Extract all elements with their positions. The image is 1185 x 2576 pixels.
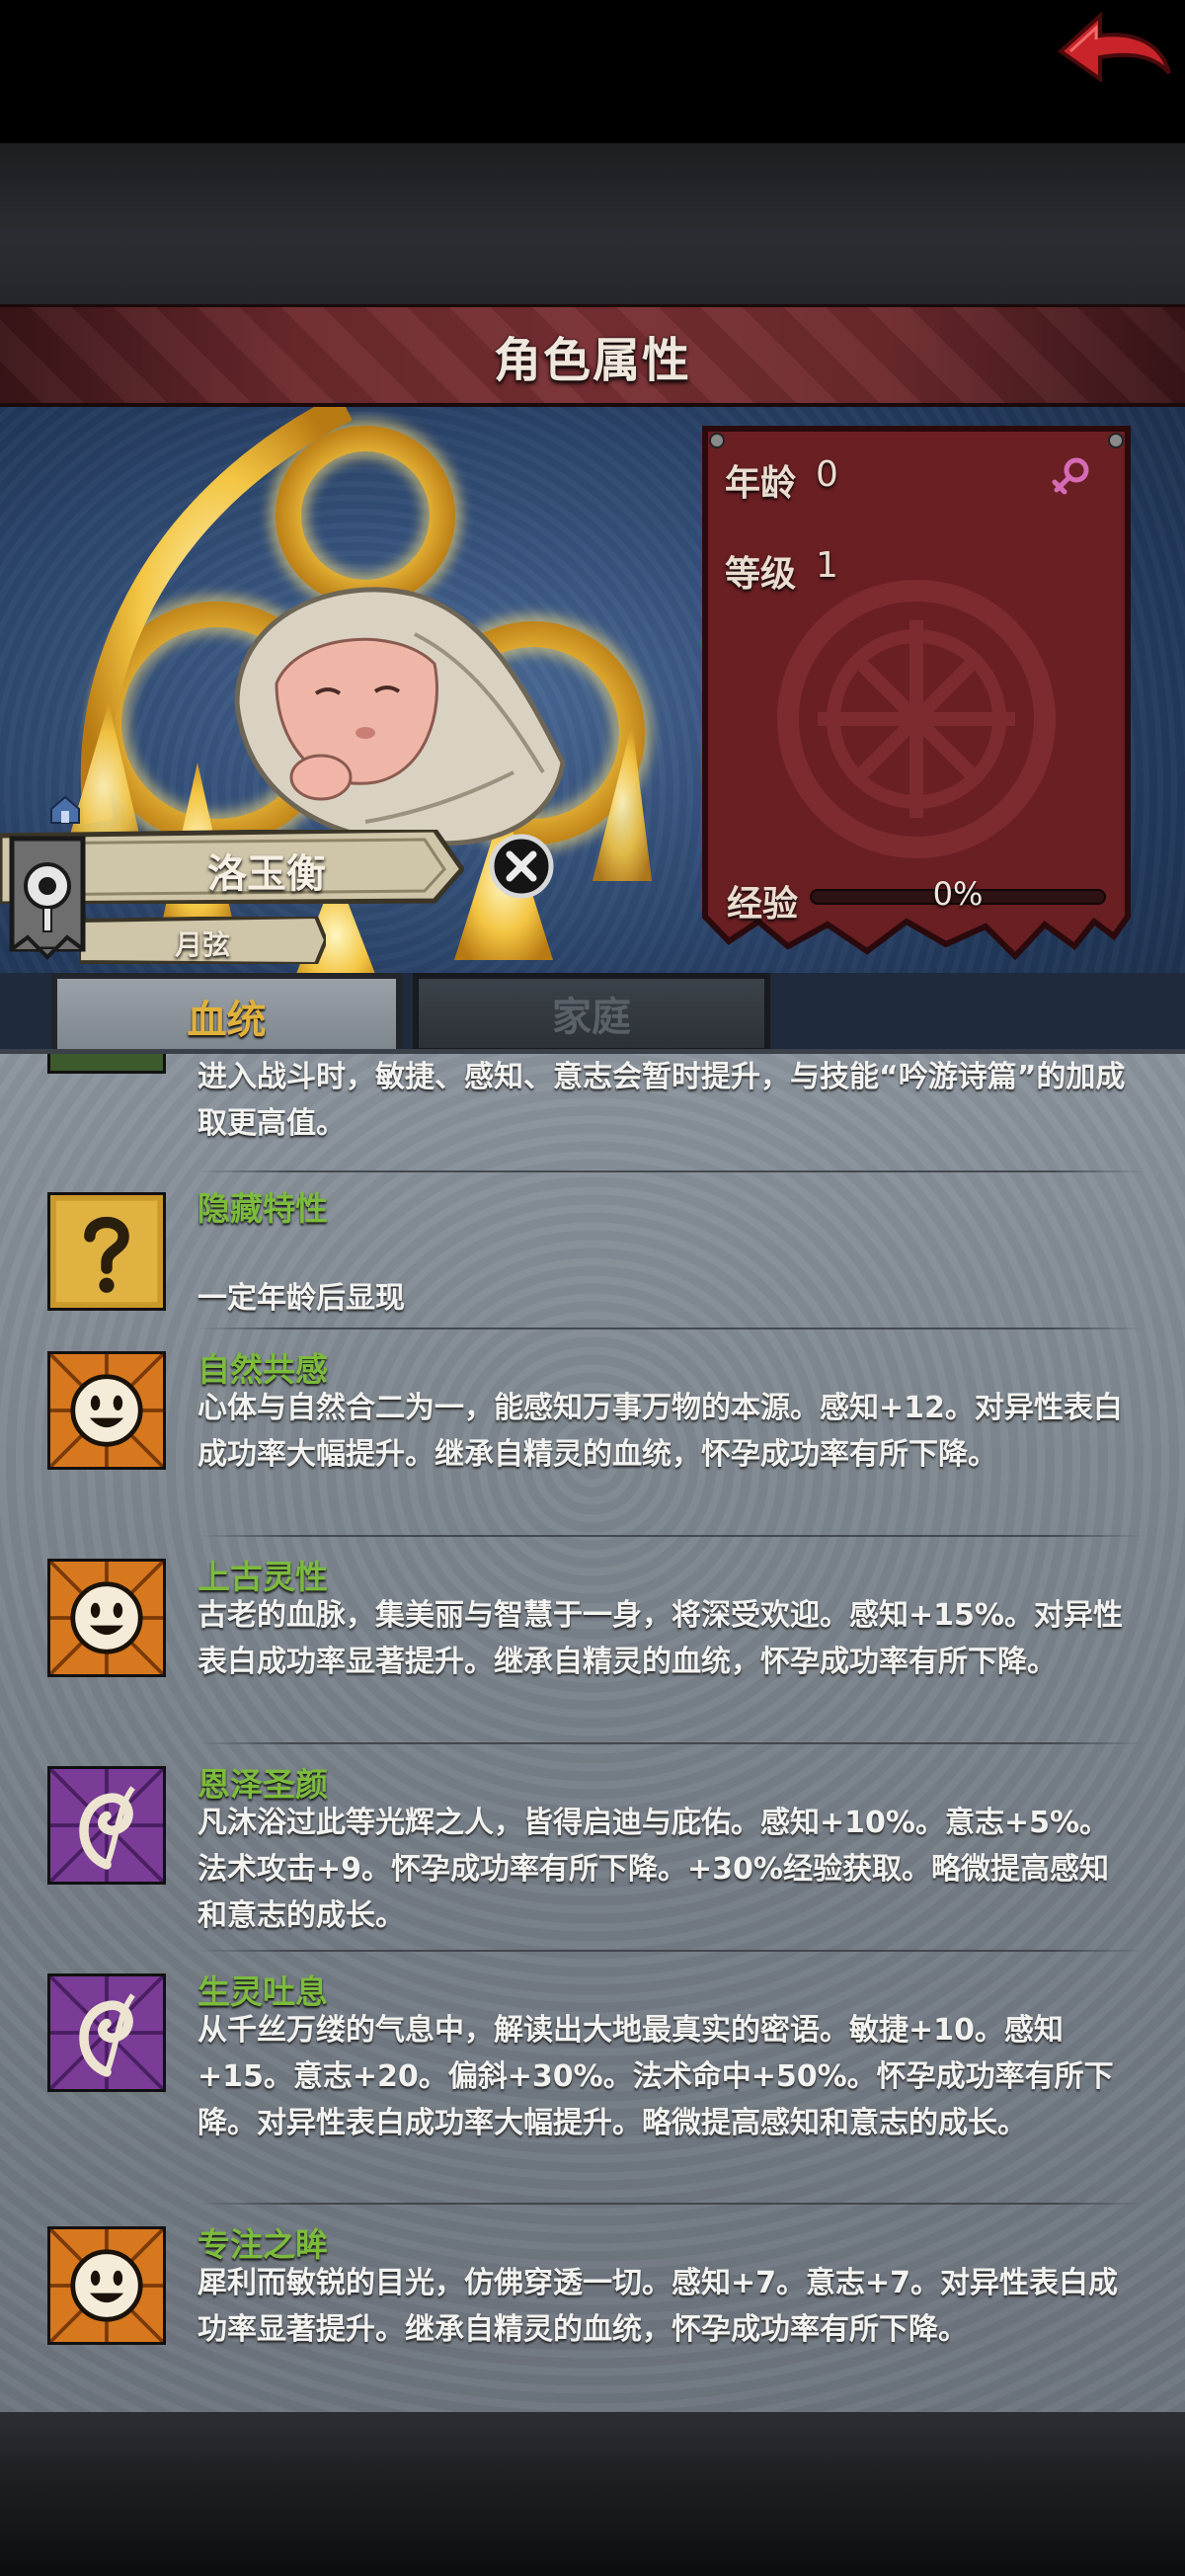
house-icon	[50, 795, 80, 824]
level-label: 等级	[725, 554, 797, 595]
smiley-face-icon	[47, 1351, 166, 1470]
back-arrow-icon[interactable]	[1057, 8, 1173, 95]
page-title: 角色属性	[493, 332, 691, 388]
clan-crest-icon[interactable]	[8, 835, 87, 961]
divider	[198, 1535, 1146, 1537]
trait-name: 恩泽圣颜	[198, 1765, 328, 1804]
spiral-swirl-icon	[47, 1973, 166, 2092]
trait-name: 隐藏特性	[198, 1189, 328, 1228]
traits-list: 进入战斗时，敏捷、感知、意志会暂时提升，与技能“吟游诗篇”的加成取更高值。 隐藏…	[0, 1054, 1185, 2412]
trait-description: 从千丝万缕的气息中，解读出大地最真实的密语。敏捷+10。感知+15。意志+20。…	[198, 2013, 1114, 2140]
smiley-face-icon	[47, 1559, 166, 1677]
divider	[198, 1328, 1146, 1329]
character-name: 洛玉衡	[207, 851, 326, 897]
divider	[198, 1742, 1146, 1744]
trait-description: 心体与自然合二为一，能感知万事万物的本源。感知+12。对异性表白成功率大幅提升。…	[198, 1391, 1123, 1472]
trait-description: 犀利而敏锐的目光，仿佛穿透一切。感知+7。意志+7。对异性表白成功率显著提升。继…	[198, 2266, 1119, 2347]
tab-family[interactable]: 家庭	[413, 973, 770, 1054]
age-label: 年龄	[725, 463, 797, 504]
divider	[198, 1170, 1146, 1172]
female-symbol-icon	[1052, 457, 1089, 495]
spiral-swirl-icon	[47, 1766, 166, 1885]
character-lineage: 月弦	[174, 928, 230, 961]
tree-icon	[47, 1054, 166, 1074]
age-value: 0	[816, 454, 838, 495]
title-bar: 角色属性	[0, 304, 1185, 407]
trait-name: 专注之眸	[198, 2225, 328, 2264]
status-bar-area	[0, 0, 1185, 143]
divider	[198, 2203, 1146, 2205]
baby-portrait-icon	[234, 587, 566, 846]
level-value: 1	[816, 545, 838, 586]
trait-description: 一定年龄后显现	[198, 1281, 405, 1316]
smiley-face-icon	[47, 2226, 166, 2345]
tab-lineage[interactable]: 血统	[51, 973, 402, 1054]
exp-value: 0%	[932, 875, 984, 913]
trait-description: 古老的血脉，集美丽与智慧于一身，将深受欢迎。感知+15%。对异性表白成功率显著提…	[198, 1598, 1123, 1679]
trait-name: 上古灵性	[198, 1558, 328, 1596]
question-mark-icon	[47, 1192, 166, 1311]
trait-description: 进入战斗时，敏捷、感知、意志会暂时提升，与技能“吟游诗篇”的加成取更高值。	[198, 1060, 1126, 1141]
bottom-backdrop	[0, 2412, 1185, 2576]
trait-description: 凡沐浴过此等光辉之人，皆得启迪与庇佑。感知+10%。意志+5%。法术攻击+9。怀…	[198, 1806, 1110, 1933]
top-backdrop	[0, 143, 1185, 306]
trait-name: 生灵吐息	[198, 1972, 328, 2011]
trait-name: 自然共感	[198, 1350, 328, 1389]
exp-label: 经验	[727, 884, 799, 925]
divider	[198, 1950, 1146, 1952]
close-icon[interactable]	[488, 833, 555, 900]
